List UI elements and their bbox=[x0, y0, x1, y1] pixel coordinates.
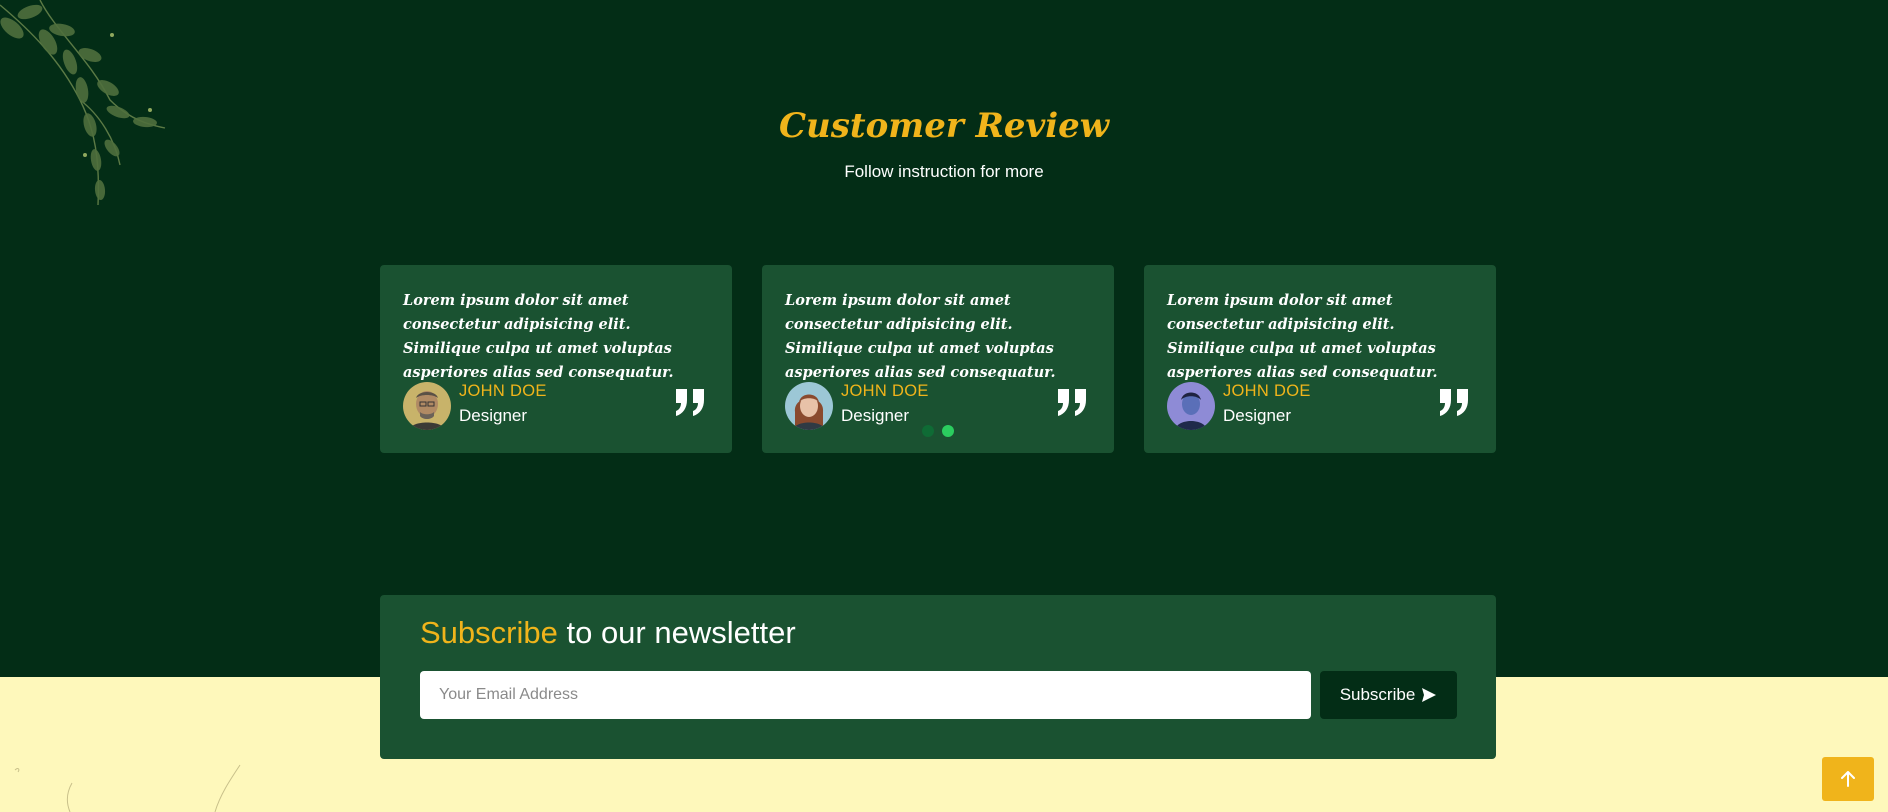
reviewer-name: JOHN DOE bbox=[841, 382, 929, 400]
subscribe-button-label: Subscribe bbox=[1339, 685, 1416, 704]
avatar bbox=[403, 382, 451, 430]
newsletter-title-accent: Subscribe bbox=[420, 615, 558, 650]
send-icon bbox=[1422, 688, 1437, 702]
reviewer-role: Designer bbox=[1223, 406, 1292, 425]
section-subtitle: Follow instruction for more bbox=[844, 162, 1044, 181]
quote-icon bbox=[676, 389, 704, 416]
review-text: Lorem ipsum dolor sit amet consectetur a… bbox=[785, 292, 1056, 381]
reviewer-name: JOHN DOE bbox=[459, 382, 547, 400]
avatar bbox=[785, 382, 833, 430]
review-card: Lorem ipsum dolor sit amet consectetur a… bbox=[1144, 265, 1496, 453]
email-input[interactable] bbox=[420, 671, 1311, 719]
subscribe-button[interactable]: Subscribe bbox=[1320, 671, 1457, 719]
carousel-dot[interactable] bbox=[922, 425, 934, 437]
quote-icon bbox=[1440, 389, 1468, 416]
review-text: Lorem ipsum dolor sit amet consectetur a… bbox=[403, 292, 674, 381]
newsletter-title: Subscribe to our newsletter bbox=[420, 615, 796, 651]
avatar bbox=[1167, 382, 1215, 430]
review-card: Lorem ipsum dolor sit amet consectetur a… bbox=[380, 265, 732, 453]
carousel-pagination bbox=[922, 425, 954, 437]
reviewer-role: Designer bbox=[459, 406, 528, 425]
quote-icon bbox=[1058, 389, 1086, 416]
sketch-decoration bbox=[14, 764, 241, 812]
scroll-to-top-button[interactable] bbox=[1822, 757, 1874, 801]
carousel-dot-active[interactable] bbox=[942, 425, 954, 437]
newsletter-title-rest: to our newsletter bbox=[557, 615, 796, 650]
review-text: Lorem ipsum dolor sit amet consectetur a… bbox=[1167, 292, 1438, 381]
review-section: Customer Review Follow instruction for m… bbox=[0, 0, 1888, 677]
newsletter-box: Subscribe to our newsletter Subscribe bbox=[380, 595, 1496, 759]
reviewer-name: JOHN DOE bbox=[1223, 382, 1311, 400]
arrow-up-icon bbox=[1841, 771, 1855, 787]
reviewer-role: Designer bbox=[841, 406, 910, 425]
section-title: Customer Review bbox=[778, 106, 1110, 146]
